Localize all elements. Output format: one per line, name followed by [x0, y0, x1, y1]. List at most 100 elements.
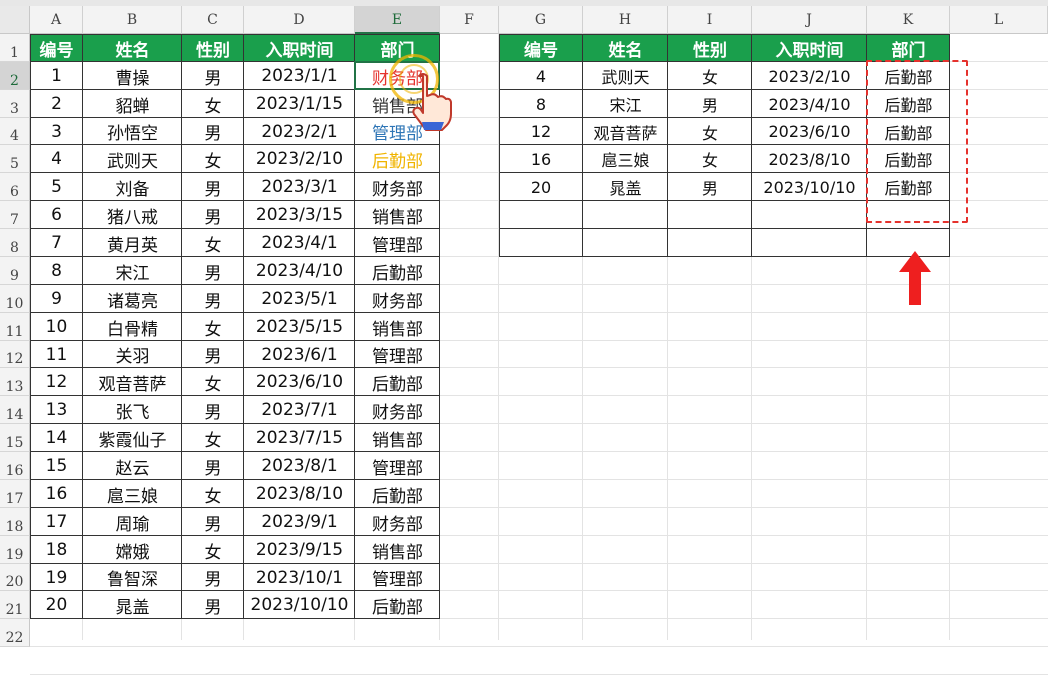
left-table-cell[interactable]: 张飞 [83, 396, 182, 424]
left-table-cell[interactable]: 黄月英 [83, 229, 182, 257]
left-table-cell[interactable]: 11 [30, 341, 83, 368]
right-table-cell[interactable] [583, 229, 668, 257]
right-table-cell[interactable] [668, 201, 752, 229]
left-table-cell[interactable]: 鲁智深 [83, 564, 182, 591]
left-table-cell[interactable]: 10 [30, 313, 83, 341]
column-header-h[interactable]: H [583, 6, 668, 34]
row-header-12[interactable]: 12 [0, 341, 30, 368]
left-table-cell[interactable]: 女 [182, 90, 244, 118]
left-table-cell[interactable]: 男 [182, 341, 244, 368]
left-table-cell[interactable]: 2023/6/1 [244, 341, 355, 368]
right-table-cell[interactable]: 16 [499, 145, 583, 173]
right-table-cell[interactable] [583, 201, 668, 229]
left-table-cell[interactable]: 男 [182, 257, 244, 285]
left-table-header-cell[interactable]: 姓名 [83, 34, 182, 62]
right-table-cell[interactable]: 女 [668, 62, 752, 90]
left-table-cell[interactable]: 曹操 [83, 62, 182, 90]
left-table-cell[interactable]: 2023/1/1 [244, 62, 355, 90]
left-table-cell[interactable]: 2023/2/10 [244, 145, 355, 173]
left-table-cell[interactable]: 男 [182, 118, 244, 145]
left-table-cell[interactable]: 女 [182, 313, 244, 341]
left-table-cell[interactable]: 2023/6/10 [244, 368, 355, 396]
left-table-cell[interactable]: 财务部 [355, 396, 440, 424]
left-table-cell[interactable]: 14 [30, 424, 83, 452]
left-table-cell[interactable]: 女 [182, 145, 244, 173]
column-header-i[interactable]: I [668, 6, 752, 34]
left-table-cell[interactable]: 诸葛亮 [83, 285, 182, 313]
left-table-cell[interactable]: 女 [182, 368, 244, 396]
left-table-cell[interactable]: 关羽 [83, 341, 182, 368]
left-table-cell[interactable]: 3 [30, 118, 83, 145]
column-header-j[interactable]: J [752, 6, 867, 34]
left-table-cell[interactable]: 2023/9/1 [244, 508, 355, 536]
left-table-cell[interactable]: 管理部 [355, 229, 440, 257]
row-header-16[interactable]: 16 [0, 452, 30, 480]
row-header-21[interactable]: 21 [0, 591, 30, 619]
row-header-14[interactable]: 14 [0, 396, 30, 424]
left-table-cell[interactable]: 武则天 [83, 145, 182, 173]
row-header-20[interactable]: 20 [0, 564, 30, 591]
left-table-cell[interactable]: 男 [182, 62, 244, 90]
right-table-cell[interactable]: 4 [499, 62, 583, 90]
left-table-cell[interactable]: 销售部 [355, 424, 440, 452]
left-table-cell[interactable]: 12 [30, 368, 83, 396]
row-header-6[interactable]: 6 [0, 173, 30, 201]
left-table-cell[interactable]: 2023/10/1 [244, 564, 355, 591]
left-table-cell[interactable]: 2023/9/15 [244, 536, 355, 564]
left-table-cell[interactable]: 白骨精 [83, 313, 182, 341]
row-header-18[interactable]: 18 [0, 508, 30, 536]
row-header-15[interactable]: 15 [0, 424, 30, 452]
left-table-cell[interactable]: 男 [182, 173, 244, 201]
left-table-cell[interactable]: 2023/10/10 [244, 591, 355, 619]
right-table-cell[interactable]: 12 [499, 118, 583, 145]
right-table-header-cell[interactable]: 性别 [668, 34, 752, 62]
right-table-cell[interactable]: 8 [499, 90, 583, 118]
left-table-cell[interactable]: 男 [182, 285, 244, 313]
row-header-17[interactable]: 17 [0, 480, 30, 508]
right-table-cell[interactable]: 武则天 [583, 62, 668, 90]
right-table-cell[interactable]: 20 [499, 173, 583, 201]
left-table-cell[interactable]: 17 [30, 508, 83, 536]
left-table-cell[interactable]: 男 [182, 591, 244, 619]
left-table-cell[interactable]: 嫦娥 [83, 536, 182, 564]
left-table-cell[interactable]: 2 [30, 90, 83, 118]
row-header-11[interactable]: 11 [0, 313, 30, 341]
right-table-header-cell[interactable]: 姓名 [583, 34, 668, 62]
left-table-cell[interactable]: 周瑜 [83, 508, 182, 536]
select-all-corner[interactable] [0, 6, 30, 34]
right-table-cell[interactable]: 后勤部 [867, 145, 950, 173]
row-header-9[interactable]: 9 [0, 257, 30, 285]
column-header-d[interactable]: D [244, 6, 355, 34]
left-table-cell[interactable]: 2023/3/1 [244, 173, 355, 201]
right-table-cell[interactable]: 女 [668, 145, 752, 173]
left-table-cell[interactable]: 财务部 [355, 173, 440, 201]
left-table-header-cell[interactable]: 入职时间 [244, 34, 355, 62]
left-table-cell[interactable]: 2023/2/1 [244, 118, 355, 145]
left-table-header-cell[interactable]: 性别 [182, 34, 244, 62]
left-table-cell[interactable]: 男 [182, 508, 244, 536]
column-header-f[interactable]: F [440, 6, 499, 34]
left-table-cell[interactable]: 销售部 [355, 313, 440, 341]
left-table-cell[interactable]: 女 [182, 536, 244, 564]
left-table-cell[interactable]: 管理部 [355, 341, 440, 368]
right-table-cell[interactable]: 2023/10/10 [752, 173, 867, 201]
right-table-cell[interactable]: 2023/8/10 [752, 145, 867, 173]
right-table-cell[interactable]: 2023/6/10 [752, 118, 867, 145]
row-header-8[interactable]: 8 [0, 229, 30, 257]
left-table-cell[interactable]: 2023/4/1 [244, 229, 355, 257]
left-table-cell[interactable]: 女 [182, 229, 244, 257]
left-table-header-cell[interactable]: 编号 [30, 34, 83, 62]
left-table-cell[interactable]: 16 [30, 480, 83, 508]
left-table-cell[interactable]: 扈三娘 [83, 480, 182, 508]
left-table-cell[interactable]: 管理部 [355, 564, 440, 591]
left-table-cell[interactable]: 紫霞仙子 [83, 424, 182, 452]
row-header-3[interactable]: 3 [0, 90, 30, 118]
right-table-cell[interactable] [499, 229, 583, 257]
left-table-cell[interactable]: 赵云 [83, 452, 182, 480]
left-table-cell[interactable]: 男 [182, 564, 244, 591]
left-table-cell[interactable]: 后勤部 [355, 480, 440, 508]
right-table-cell[interactable]: 后勤部 [867, 90, 950, 118]
left-table-cell[interactable]: 男 [182, 396, 244, 424]
left-table-cell[interactable]: 2023/3/15 [244, 201, 355, 229]
left-table-cell[interactable]: 貂蝉 [83, 90, 182, 118]
